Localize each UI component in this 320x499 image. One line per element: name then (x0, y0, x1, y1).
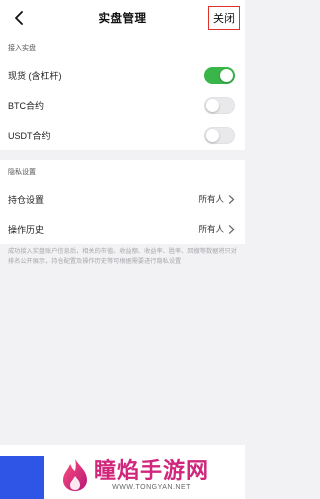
row-label: 持仓设置 (8, 194, 45, 205)
chevron-right-icon (228, 194, 235, 204)
section-header: 隐私设置 (8, 169, 36, 176)
btc-contract-row: BTC合约 (0, 90, 245, 120)
toggle-knob (206, 98, 219, 112)
bottom-action-button[interactable] (0, 456, 44, 499)
row-label: BTC合约 (8, 100, 45, 111)
usdt-contract-row: USDT合约 (0, 120, 245, 150)
row-label: 操作历史 (8, 224, 45, 235)
row-label: 现货 (含杠杆) (8, 70, 62, 81)
access-section: 接入实盘 现货 (含杠杆) BTC合约 USDT合约 (0, 36, 245, 150)
screen: 实盘管理 关闭 接入实盘 现货 (含杠杆) BTC合约 USDT合约 隐私设置 … (0, 0, 245, 499)
privacy-section: 隐私设置 持仓设置 所有人 操作历史 所有人 (0, 160, 245, 244)
page-title: 实盘管理 (98, 13, 147, 25)
toggle-knob (220, 68, 233, 82)
operation-history-row[interactable]: 操作历史 所有人 (0, 214, 245, 244)
spot-row: 现货 (含杠杆) (0, 60, 245, 90)
position-setting-row[interactable]: 持仓设置 所有人 (0, 184, 245, 214)
watermark-url: WWW.TONGYAN.NET (112, 484, 191, 491)
chevron-right-icon (228, 224, 235, 234)
row-label: USDT合约 (8, 130, 51, 141)
toggle-knob (206, 128, 219, 142)
back-button[interactable] (10, 9, 28, 27)
nav-bar: 实盘管理 关闭 (0, 0, 245, 36)
row-value: 所有人 (198, 194, 224, 204)
close-button[interactable]: 关闭 (208, 6, 240, 30)
watermark: 瞳焰手游网 WWW.TONGYAN.NET (60, 451, 245, 499)
watermark-title: 瞳焰手游网 (94, 458, 210, 483)
usdt-contract-toggle[interactable] (204, 126, 235, 144)
btc-contract-toggle[interactable] (204, 96, 235, 114)
section-header: 接入实盘 (8, 45, 36, 52)
chevron-left-icon (15, 11, 23, 25)
footnote-text: 成功接入实盘账户信息后，相关的市值、收益额、收益率、胜率、回撤等数据将只对排名公… (8, 248, 237, 265)
row-value: 所有人 (198, 224, 224, 234)
spot-toggle[interactable] (204, 66, 235, 84)
flame-logo-icon (63, 459, 87, 491)
